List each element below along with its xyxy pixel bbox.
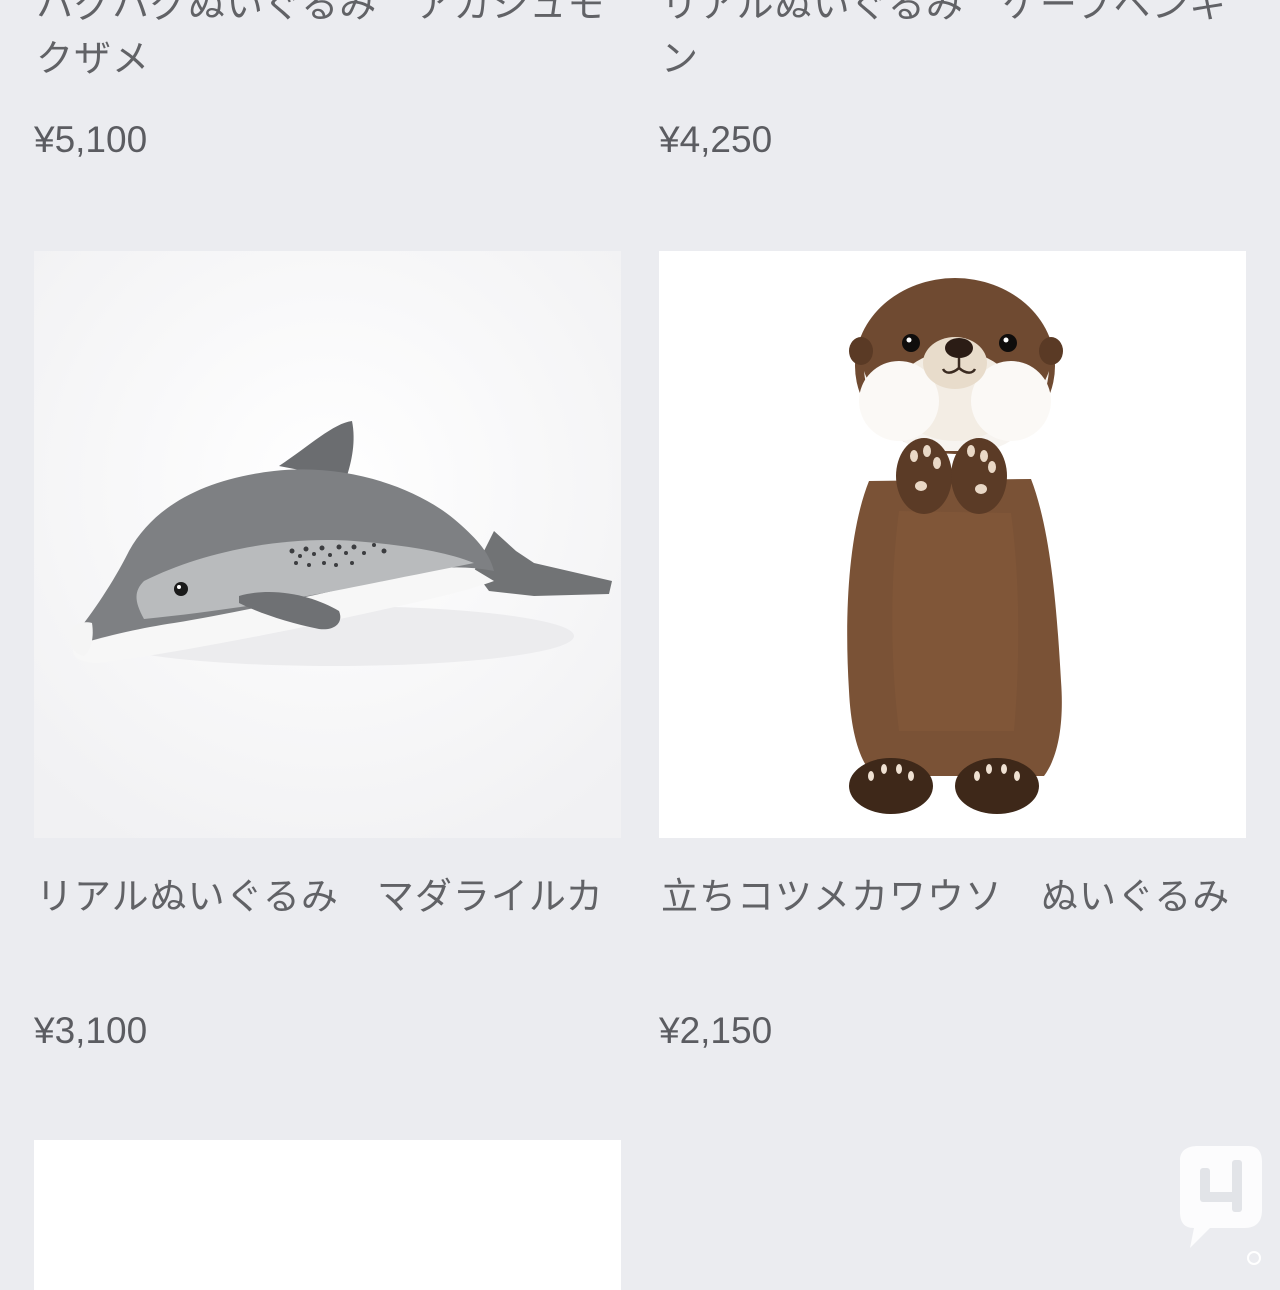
product-image-dolphin[interactable] — [34, 251, 621, 838]
product-title[interactable]: リアルぬいぐるみ ケープペンギン — [661, 0, 1246, 86]
product-title[interactable]: ハグハグぬいぐるみ アカシュモクザメ — [36, 0, 621, 86]
product-price: ¥4,250 — [659, 119, 773, 160]
product-price: ¥3,100 — [34, 1010, 148, 1051]
product-title[interactable]: リアルぬいぐるみ マダライルカ — [36, 870, 621, 924]
product-image-otter[interactable] — [659, 251, 1246, 838]
dolphin-plush-image — [34, 251, 621, 838]
product-price: ¥2,150 — [659, 1010, 773, 1051]
product-image[interactable] — [34, 1140, 621, 1290]
watermark-logo-icon — [1180, 1146, 1262, 1265]
otter-plush-image — [659, 251, 1246, 838]
product-price: ¥5,100 — [34, 119, 148, 160]
product-title[interactable]: 立ちコツメカワウソ ぬいぐるみ — [661, 870, 1246, 924]
